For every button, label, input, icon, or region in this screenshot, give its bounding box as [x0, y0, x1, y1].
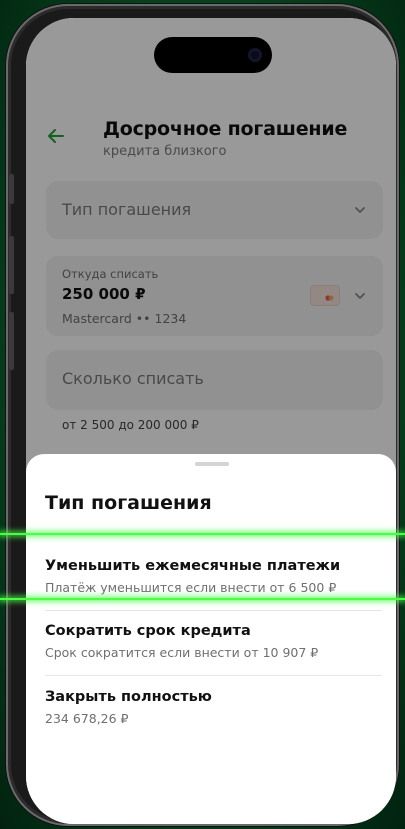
- option-title: Сократить срок кредита: [45, 623, 251, 639]
- option-subtitle: Срок сократится если внести от 10 907 ₽: [45, 645, 319, 660]
- option-shorten-term[interactable]: Сократить срок кредита Срок сократится е…: [26, 619, 396, 675]
- option-title: Закрыть полностью: [45, 689, 212, 705]
- option-reduce-payments[interactable]: Уменьшить ежемесячные платежи Платёж уме…: [26, 554, 396, 610]
- option-title: Уменьшить ежемесячные платежи: [45, 558, 341, 574]
- option-subtitle: 234 678,26 ₽: [45, 711, 129, 726]
- divider: [45, 675, 382, 676]
- repayment-type-sheet: Тип погашения Уменьшить ежемесячные плат…: [26, 454, 396, 824]
- dynamic-island: [154, 37, 272, 73]
- action-button: [9, 174, 14, 204]
- highlight-line-top: [0, 533, 405, 535]
- sheet-title: Тип погашения: [45, 492, 212, 514]
- option-close-fully[interactable]: Закрыть полностью 234 678,26 ₽: [26, 685, 396, 741]
- option-subtitle: Платёж уменьшится если внести от 6 500 ₽: [45, 580, 337, 595]
- phone-frame: Досрочное погашение кредита близкого Тип…: [6, 4, 399, 826]
- highlight-line-bottom: [0, 598, 405, 600]
- volume-down-button: [9, 312, 14, 370]
- divider: [45, 610, 382, 611]
- camera-icon: [248, 48, 262, 62]
- phone-screen: Досрочное погашение кредита близкого Тип…: [26, 18, 396, 824]
- volume-up-button: [9, 236, 14, 294]
- sheet-grabber[interactable]: [195, 462, 229, 466]
